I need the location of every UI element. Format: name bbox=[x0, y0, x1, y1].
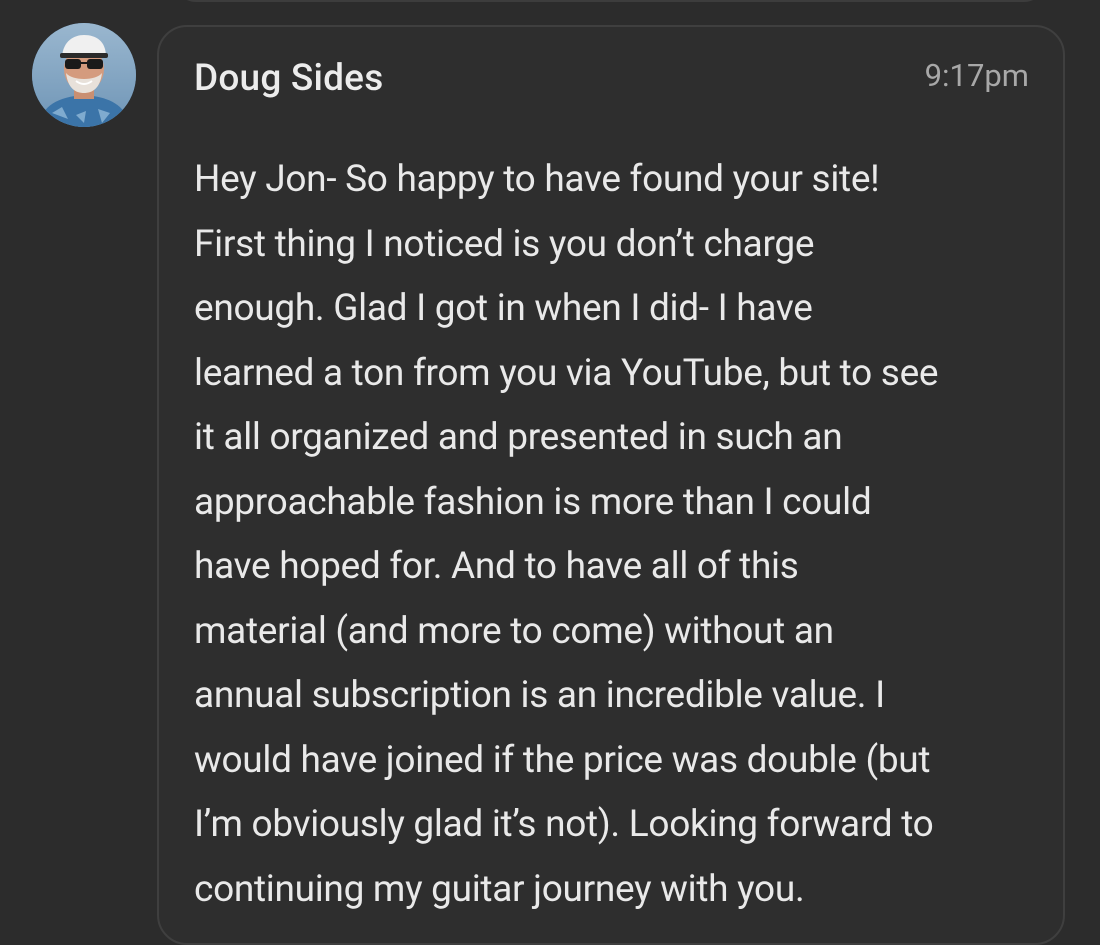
comment-body-line: approachable fashion is more than I coul… bbox=[194, 480, 872, 524]
comment-body-line: continuing my guitar journey with you. bbox=[194, 867, 805, 911]
comment-body-line: learned a ton from you via YouTube, but … bbox=[194, 351, 939, 395]
comment-body-line: it all organized and presented in such a… bbox=[194, 416, 843, 459]
comment-body-line: enough. Glad I got in when I did- I have bbox=[194, 287, 813, 330]
comment-body-line: annual subscription is an incredible val… bbox=[194, 674, 885, 717]
comment-timestamp: 9:17pm bbox=[924, 57, 1029, 94]
comment-author[interactable]: Doug Sides bbox=[194, 57, 383, 100]
comment-body-line: Hey Jon- So happy to have found your sit… bbox=[194, 158, 880, 201]
comment-body: Hey Jon- So happy to have found your sit… bbox=[194, 148, 1044, 922]
comment-card: Doug Sides 9:17pm Hey Jon- So happy to h… bbox=[157, 25, 1065, 945]
comment-body-line: would have joined if the price was doubl… bbox=[194, 738, 931, 782]
avatar[interactable] bbox=[32, 23, 136, 127]
previous-comment-card-edge bbox=[175, 0, 1045, 2]
comment-body-line: have hoped for. And to have all of this bbox=[194, 545, 799, 588]
comment-body-line: I’m obviously glad it’s not). Looking fo… bbox=[194, 803, 934, 846]
comment-body-line: First thing I noticed is you don’t charg… bbox=[194, 222, 815, 266]
comment-body-line: material (and more to come) without an bbox=[194, 609, 834, 653]
user-avatar-photo-icon bbox=[32, 23, 136, 127]
